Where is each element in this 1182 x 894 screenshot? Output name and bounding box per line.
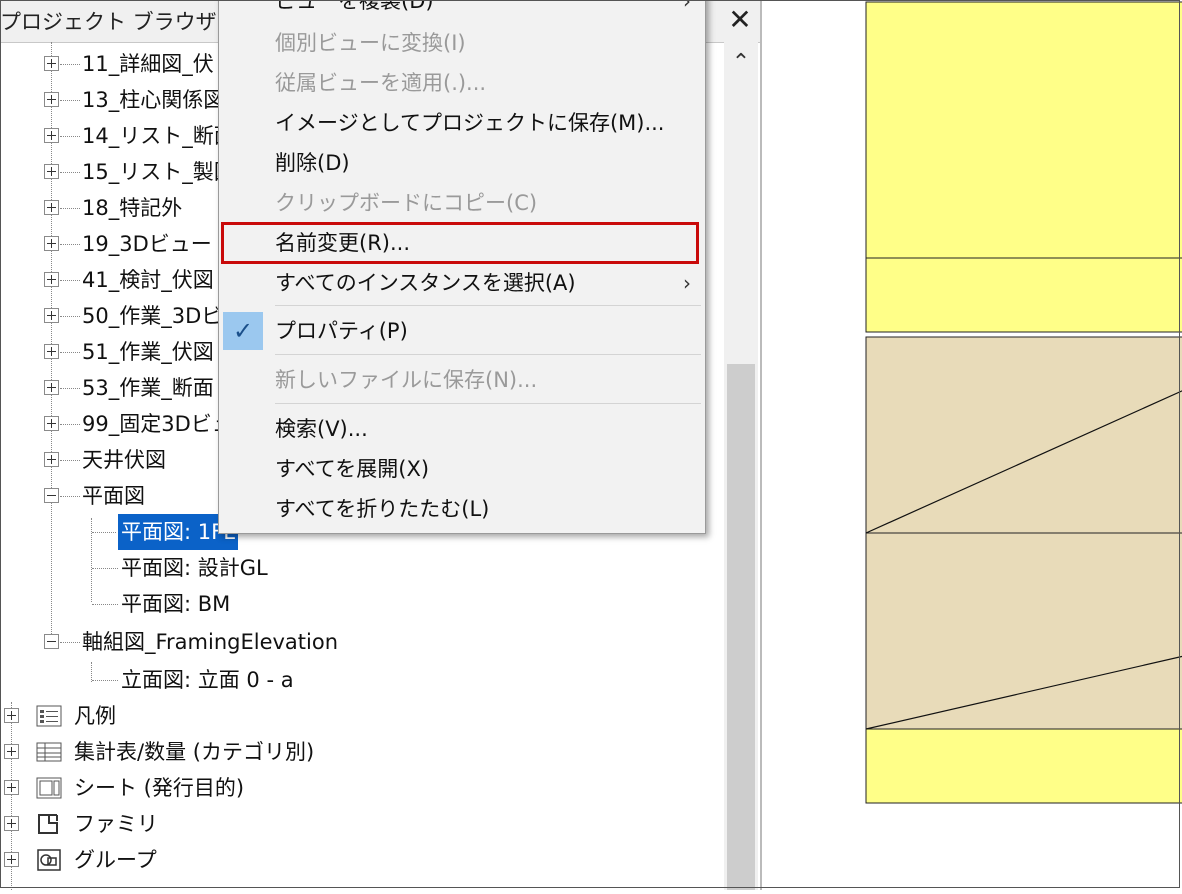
tree-item-label: ファミリ: [74, 812, 158, 836]
expand-icon[interactable]: [4, 708, 19, 723]
check-icon: ✓: [223, 312, 263, 350]
menu-item-delete[interactable]: 削除(D): [219, 143, 705, 183]
group-icon: [37, 849, 61, 871]
tree-item-label: 18_特記外: [82, 196, 183, 220]
menu-item-copy-to-clipboard[interactable]: クリップボードにコピー(C): [219, 183, 705, 223]
expand-icon[interactable]: [44, 56, 59, 71]
yellow-region-middle: [865, 257, 1182, 333]
schedule-icon: [36, 742, 62, 762]
yellow-region-bottom: [865, 728, 1182, 804]
tree-item-label: 15_リスト_製図: [82, 160, 235, 184]
expand-icon[interactable]: [44, 200, 59, 215]
scrollbar-thumb[interactable]: [727, 364, 755, 890]
expand-icon[interactable]: [4, 744, 19, 759]
tree-item-label: 集計表/数量 (カテゴリ別): [74, 740, 315, 764]
tree-item-framing-elevation[interactable]: 軸組図_FramingElevation: [0, 624, 720, 660]
menu-item-label: 削除(D): [275, 151, 350, 175]
expand-icon[interactable]: [44, 164, 59, 179]
tree-item-label: 軸組図_FramingElevation: [82, 630, 339, 654]
expand-icon[interactable]: [44, 380, 59, 395]
drawing-canvas[interactable]: [760, 0, 1182, 890]
menu-item-label: 従属ビューを適用(.)...: [275, 71, 487, 95]
context-menu: ビューを複製(D) › 個別ビューに変換(I) 従属ビューを適用(.)... イ…: [218, 0, 706, 534]
tree-item[interactable]: 立面図: 立面 0 - a: [0, 662, 720, 698]
submenu-arrow-icon: ›: [683, 0, 691, 13]
vertical-scrollbar[interactable]: ⌃: [724, 42, 758, 890]
menu-item-label: すべてを折りたたむ(L): [275, 497, 490, 521]
tree-item-label: 平面図: 設計GL: [121, 556, 268, 580]
menu-item-label: プロパティ(P): [275, 319, 408, 343]
drawing-svg: [865, 1, 1182, 804]
collapse-icon[interactable]: [44, 488, 59, 503]
yellow-region-top: [865, 1, 1182, 259]
menu-item-apply-dependent-view[interactable]: 従属ビューを適用(.)...: [219, 63, 705, 103]
tree-item-label: 天井伏図: [82, 448, 166, 472]
expand-icon[interactable]: [44, 416, 59, 431]
tan-region-upper: [865, 336, 1182, 534]
sheet-icon: [36, 777, 62, 799]
expand-icon[interactable]: [44, 236, 59, 251]
tree-item-sheets[interactable]: シート (発行目的): [0, 770, 720, 806]
expand-icon[interactable]: [44, 92, 59, 107]
menu-item-expand-all[interactable]: すべてを展開(X): [219, 449, 705, 489]
tree-item-schedules[interactable]: 集計表/数量 (カテゴリ別): [0, 734, 720, 770]
tree-item-label: 平面図: [82, 484, 145, 508]
chevron-up-icon[interactable]: ⌃: [724, 50, 758, 78]
expand-icon[interactable]: [44, 344, 59, 359]
expand-icon[interactable]: [44, 308, 59, 323]
menu-item-label: すべてのインスタンスを選択(A): [275, 271, 576, 295]
expand-icon[interactable]: [4, 852, 19, 867]
menu-item-label: イメージとしてプロジェクトに保存(M)...: [275, 111, 665, 135]
tree-item-label: グループ: [74, 848, 157, 872]
tree-item-label: 立面図: 立面 0 - a: [121, 668, 294, 692]
rename-highlight-box: [221, 222, 699, 264]
expand-icon[interactable]: [44, 452, 59, 467]
tree-item-label: 50_作業_3Dビ: [82, 304, 223, 328]
expand-icon[interactable]: [4, 816, 19, 831]
tree-item[interactable]: 平面図: BM: [0, 586, 720, 622]
menu-item-convert-to-independent[interactable]: 個別ビューに変換(I): [219, 23, 705, 63]
family-icon: [38, 814, 58, 834]
menu-separator: [275, 403, 701, 404]
menu-item-label: クリップボードにコピー(C): [275, 191, 538, 215]
tree-item-label: 13_柱心関係図: [82, 88, 225, 112]
menu-item-duplicate-view[interactable]: ビューを複製(D) ›: [219, 0, 705, 21]
tree-item-label: 53_作業_断面: [82, 376, 214, 400]
close-icon[interactable]: ✕: [724, 4, 756, 36]
expand-icon[interactable]: [4, 780, 19, 795]
menu-item-label: 新しいファイルに保存(N)...: [275, 368, 538, 392]
menu-separator: [275, 305, 701, 306]
menu-item-save-to-new-file[interactable]: 新しいファイルに保存(N)...: [219, 360, 705, 400]
expand-icon[interactable]: [44, 272, 59, 287]
tree-item-label: 11_詳細図_伏: [82, 52, 214, 76]
collapse-icon[interactable]: [44, 634, 59, 649]
tree-item[interactable]: 平面図: 設計GL: [0, 550, 720, 586]
menu-item-properties[interactable]: ✓ プロパティ(P): [219, 311, 705, 351]
menu-item-label: 個別ビューに変換(I): [275, 31, 466, 55]
tree-item-families[interactable]: ファミリ: [0, 806, 720, 842]
menu-item-label: ビューを複製(D): [275, 0, 434, 13]
menu-item-search[interactable]: 検索(V)...: [219, 409, 705, 449]
menu-item-collapse-all[interactable]: すべてを折りたたむ(L): [219, 489, 705, 529]
tree-item-label: シート (発行目的): [74, 776, 245, 800]
menu-item-save-as-image[interactable]: イメージとしてプロジェクトに保存(M)...: [219, 103, 705, 143]
tree-item-label: 19_3Dビュー: [82, 232, 212, 256]
expand-icon[interactable]: [44, 128, 59, 143]
submenu-arrow-icon: ›: [683, 271, 691, 295]
tree-item-groups[interactable]: グループ: [0, 842, 720, 878]
checkmark-glyph: ✓: [232, 317, 254, 345]
tree-item-legends[interactable]: 凡例: [0, 698, 720, 734]
menu-item-select-all-instances[interactable]: すべてのインスタンスを選択(A) ›: [219, 263, 705, 303]
menu-separator: [275, 354, 701, 355]
tan-region-lower: [865, 532, 1182, 730]
tree-item-label: 99_固定3Dビュ: [82, 412, 233, 436]
menu-item-label: すべてを展開(X): [275, 457, 430, 481]
legend-icon: [36, 705, 62, 727]
tree-item-label: 平面図: BM: [121, 592, 231, 616]
tree-item-label: 41_検討_伏図: [82, 268, 214, 292]
tree-item-label: 14_リスト_断面: [82, 124, 235, 148]
menu-item-label: 検索(V)...: [275, 417, 368, 441]
tree-item-label: 51_作業_伏図: [82, 340, 214, 364]
tree-item-label: 凡例: [74, 704, 116, 728]
